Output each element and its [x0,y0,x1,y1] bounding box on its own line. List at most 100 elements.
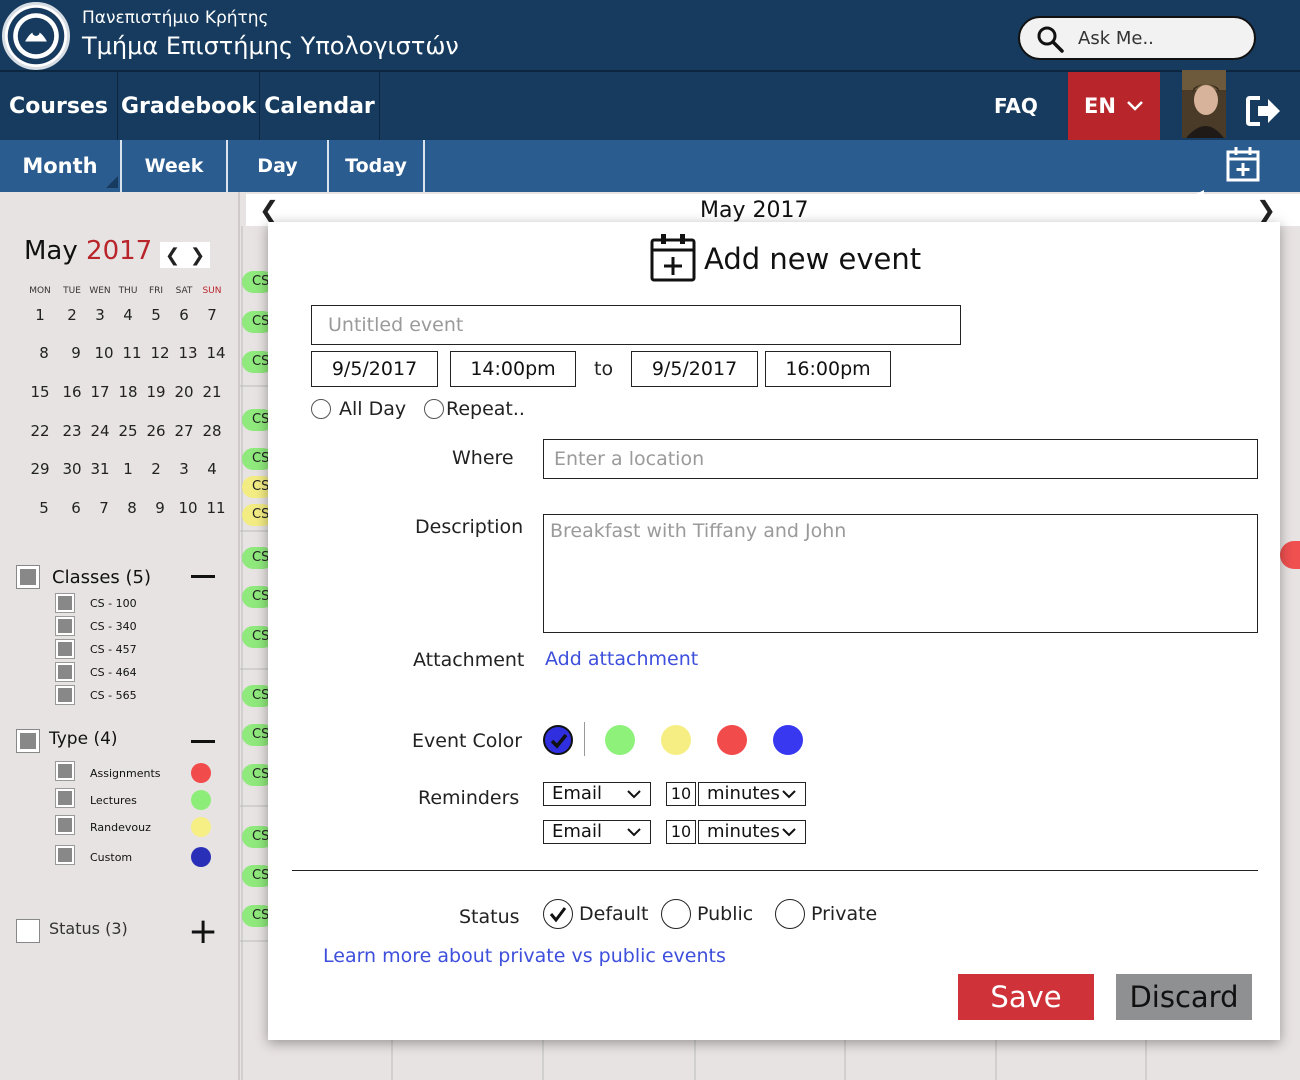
mini-calendar-day[interactable]: 1 [116,460,140,478]
view-today[interactable]: Today [329,140,425,192]
mini-calendar-day[interactable]: 3 [88,306,112,324]
mini-calendar-day[interactable]: 1 [28,306,52,324]
learn-more-link[interactable]: Learn more about private vs public event… [323,945,726,967]
add-event-icon[interactable] [1226,145,1260,183]
mini-calendar-day[interactable]: 24 [88,422,112,440]
reminder-unit-select[interactable]: minutes [698,820,806,844]
mini-calendar-day[interactable]: 2 [60,306,84,324]
mini-calendar-day[interactable]: 25 [116,422,140,440]
class-checkbox[interactable] [55,662,75,682]
mini-calendar-day[interactable]: 6 [172,306,196,324]
event-title-input[interactable]: Untitled event [311,305,961,345]
mini-calendar-day[interactable]: 11 [120,344,144,362]
type-checkbox[interactable] [55,788,75,808]
mini-calendar-day[interactable]: 7 [92,499,116,517]
mini-calendar-day[interactable]: 8 [32,344,56,362]
view-week[interactable]: Week [122,140,228,192]
status-checkbox[interactable] [16,919,40,943]
mini-calendar-day[interactable]: 13 [176,344,200,362]
nav-gradebook[interactable]: Gradebook [118,72,260,140]
mini-calendar-day[interactable]: 4 [200,460,224,478]
collapse-type-icon[interactable] [191,740,215,743]
reminder-method-select[interactable]: Email [543,782,651,806]
reminder-unit-select[interactable]: minutes [698,782,806,806]
mini-calendar-day[interactable]: 6 [64,499,88,517]
discard-button[interactable]: Discard [1116,974,1252,1020]
repeat-radio[interactable] [424,399,444,419]
color-swatch[interactable] [661,725,691,755]
language-selector[interactable]: EN [1068,72,1160,140]
view-month[interactable]: Month [0,140,122,192]
nav-calendar[interactable]: Calendar [260,72,380,140]
expand-status-icon[interactable]: + [188,914,218,950]
class-checkbox[interactable] [55,593,75,613]
chevron-right-icon[interactable]: ❯ [185,242,210,268]
faq-link[interactable]: FAQ [994,72,1038,140]
all-day-radio[interactable] [311,399,331,419]
mini-calendar-day[interactable]: 21 [200,383,224,401]
type-checkbox[interactable] [55,761,75,781]
mini-calendar-day[interactable]: 30 [60,460,84,478]
mini-calendar-day[interactable]: 9 [64,344,88,362]
chevron-left-icon[interactable]: ❮ [160,242,185,268]
nav-courses[interactable]: Courses [0,72,118,140]
color-swatch[interactable] [717,725,747,755]
start-time-input[interactable]: 14:00pm [450,351,576,387]
status-default-radio[interactable] [543,899,573,929]
mini-calendar-day[interactable]: 12 [148,344,172,362]
collapse-classes-icon[interactable] [191,575,215,578]
mini-calendar-day[interactable]: 14 [204,344,228,362]
mini-calendar-day[interactable]: 23 [60,422,84,440]
color-swatch[interactable] [773,725,803,755]
mini-calendar-day[interactable]: 17 [88,383,112,401]
mini-calendar-day[interactable]: 20 [172,383,196,401]
mini-calendar-day[interactable]: 31 [88,460,112,478]
classes-checkbox[interactable] [16,565,40,589]
mini-calendar-day[interactable]: 11 [204,499,228,517]
logout-icon[interactable] [1246,96,1282,126]
mini-calendar-day[interactable]: 8 [120,499,144,517]
add-attachment-link[interactable]: Add attachment [545,648,698,670]
mini-calendar-day[interactable]: 18 [116,383,140,401]
mini-calendar-day[interactable]: 9 [148,499,172,517]
class-checkbox[interactable] [55,639,75,659]
save-button[interactable]: Save [958,974,1094,1020]
mini-calendar-day[interactable]: 5 [144,306,168,324]
mini-calendar-day[interactable]: 19 [144,383,168,401]
mini-calendar-day[interactable]: 3 [172,460,196,478]
reminder-amount-input[interactable]: 10 [666,820,696,844]
start-date-input[interactable]: 9/5/2017 [311,351,438,387]
end-time-input[interactable]: 16:00pm [765,351,891,387]
mini-calendar-day[interactable]: 10 [176,499,200,517]
mini-calendar-day[interactable]: 7 [200,306,224,324]
mini-calendar-day[interactable]: 28 [200,422,224,440]
selected-color-swatch[interactable] [543,725,573,755]
status-public-radio[interactable] [661,899,691,929]
user-avatar[interactable] [1182,70,1226,138]
class-checkbox[interactable] [55,616,75,636]
mini-calendar-day[interactable]: 10 [92,344,116,362]
mini-calendar-day[interactable]: 5 [32,499,56,517]
color-swatch[interactable] [605,725,635,755]
mini-calendar-day[interactable]: 26 [144,422,168,440]
status-private-radio[interactable] [775,899,805,929]
mini-calendar-day[interactable]: 29 [28,460,52,478]
search-input[interactable]: Ask Me.. [1018,16,1256,60]
view-day[interactable]: Day [228,140,329,192]
type-checkbox[interactable] [55,815,75,835]
mini-calendar-day[interactable]: 15 [28,383,52,401]
location-input[interactable]: Enter a location [543,439,1258,479]
reminder-amount-input[interactable]: 10 [666,782,696,806]
description-textarea[interactable]: Breakfast with Tiffany and John [543,514,1258,633]
mini-calendar-day[interactable]: 2 [144,460,168,478]
mini-calendar-day[interactable]: 16 [60,383,84,401]
type-checkbox[interactable] [55,845,75,865]
event-marker[interactable] [1280,541,1300,569]
mini-calendar-day[interactable]: 4 [116,306,140,324]
reminder-method-select[interactable]: Email [543,820,651,844]
mini-calendar-day[interactable]: 22 [28,422,52,440]
type-checkbox[interactable] [16,729,40,753]
mini-calendar-day[interactable]: 27 [172,422,196,440]
end-date-input[interactable]: 9/5/2017 [631,351,758,387]
class-checkbox[interactable] [55,685,75,705]
